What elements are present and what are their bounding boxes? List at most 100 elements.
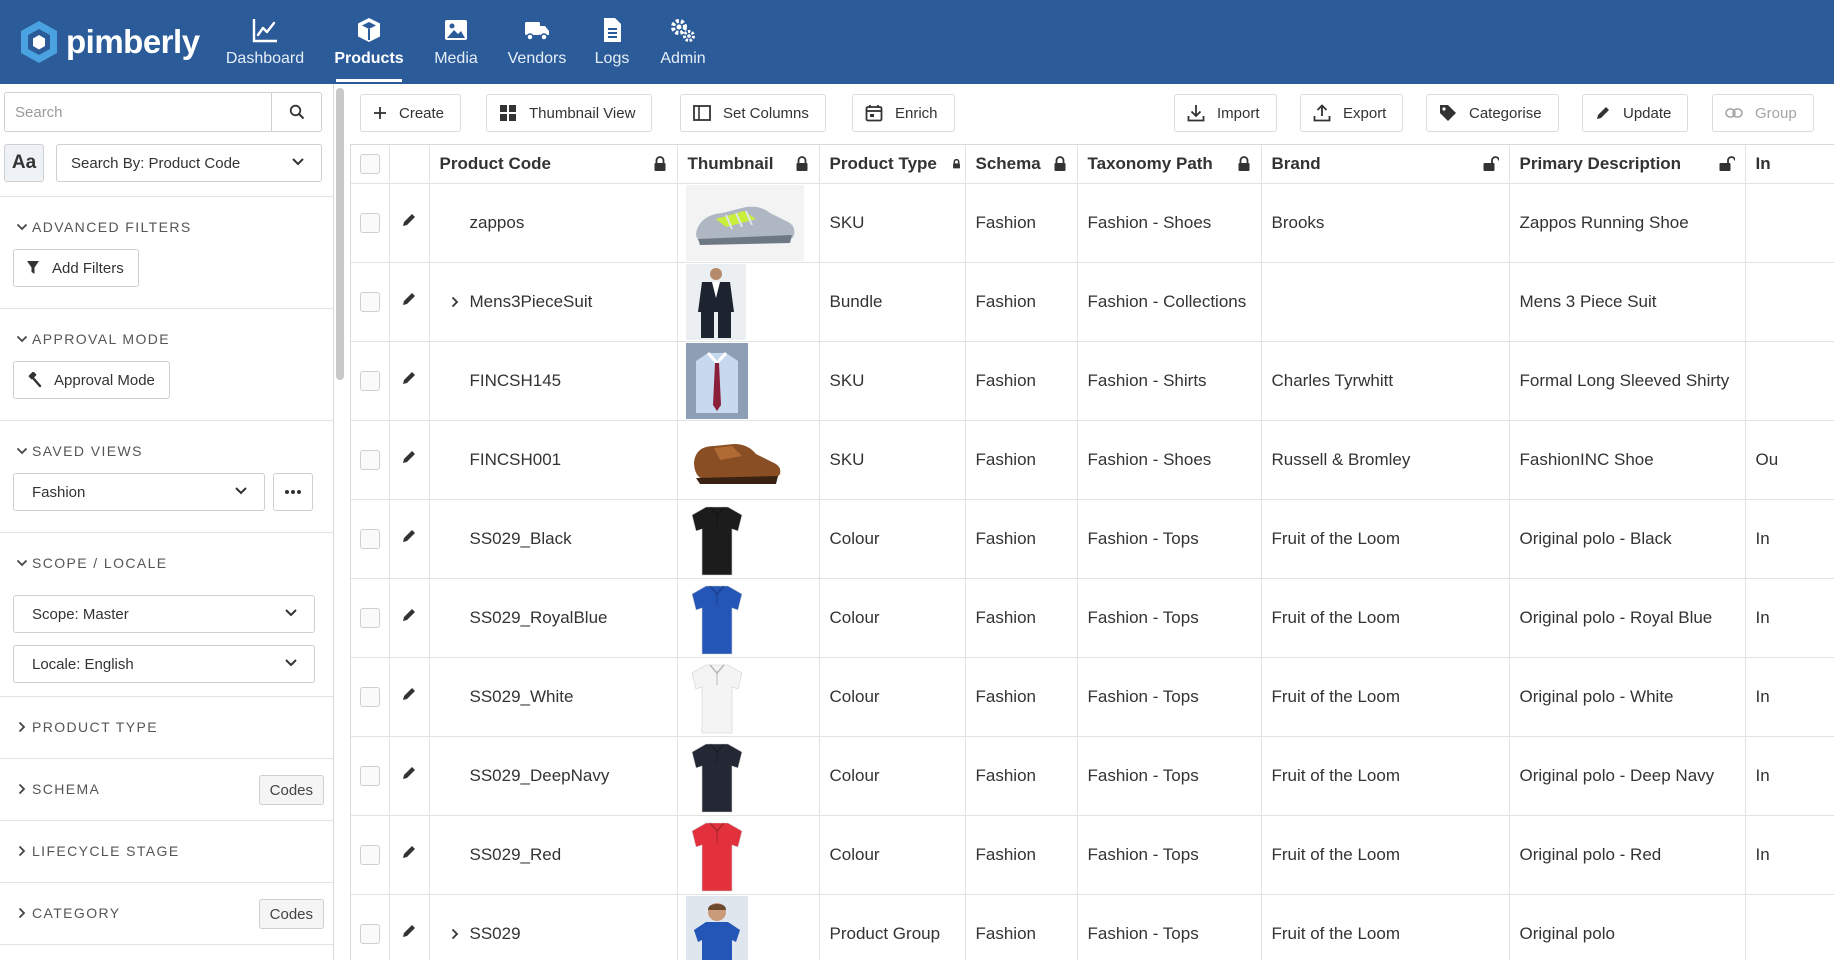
product-type-header[interactable]: PRODUCT TYPE: [16, 719, 158, 735]
lock-icon[interactable]: [1237, 156, 1251, 172]
table-row[interactable]: SS029_Black Colour Fashion Fashion - Tops Fr…: [351, 499, 1834, 579]
product-code-cell[interactable]: SS029_White: [429, 657, 678, 737]
edit-button[interactable]: [389, 341, 430, 421]
update-button[interactable]: Update: [1582, 94, 1689, 132]
schema-header[interactable]: SCHEMA: [16, 781, 100, 797]
row-checkbox[interactable]: [359, 607, 380, 628]
table-row[interactable]: SS029_White Colour Fashion Fashion - Tops Fr…: [351, 657, 1834, 737]
schema-section[interactable]: SCHEMA Codes: [0, 758, 333, 820]
search-button[interactable]: [271, 93, 321, 131]
nav-media[interactable]: Media: [430, 0, 482, 84]
scope-select[interactable]: Scope: Master: [13, 595, 315, 633]
lifecycle-stage-section[interactable]: LIFECYCLE STAGE: [0, 820, 333, 882]
edit-button[interactable]: [389, 894, 430, 960]
product-code-cell[interactable]: FINCSH001: [429, 420, 678, 500]
product-thumbnail[interactable]: [686, 659, 748, 735]
sidebar-scrollbar[interactable]: [336, 88, 344, 380]
expand-row-button[interactable]: [450, 928, 470, 940]
edit-button[interactable]: [389, 815, 430, 895]
select-all-checkbox[interactable]: [359, 153, 380, 174]
categorise-button[interactable]: Categorise: [1426, 94, 1559, 132]
product-code-cell[interactable]: SS029_RoyalBlue: [429, 578, 678, 658]
column-header-product-code[interactable]: Product Code: [429, 145, 678, 184]
row-checkbox[interactable]: [359, 449, 380, 470]
product-thumbnail[interactable]: [685, 421, 786, 498]
lock-icon[interactable]: [795, 156, 809, 172]
table-row[interactable]: SS029_RoyalBlue Colour Fashion Fashion - To…: [351, 578, 1834, 658]
row-checkbox[interactable]: [359, 528, 380, 549]
thumbnail-view-button[interactable]: Thumbnail View: [486, 94, 653, 132]
saved-views-header[interactable]: SAVED VIEWS: [16, 443, 143, 459]
table-row[interactable]: FINCSH145 SKU Fashion Fashion - Shirts Charl…: [351, 341, 1834, 421]
lock-icon[interactable]: [1053, 156, 1067, 172]
category-header[interactable]: CATEGORY: [16, 905, 120, 921]
product-thumbnail[interactable]: [686, 501, 748, 577]
row-checkbox[interactable]: [359, 370, 380, 391]
scope-locale-header[interactable]: SCOPE / LOCALE: [16, 555, 168, 571]
export-button[interactable]: Export: [1300, 94, 1404, 132]
pimberly-logo[interactable]: pimberly: [18, 18, 200, 66]
product-thumbnail[interactable]: [685, 895, 748, 960]
column-header-brand[interactable]: Brand: [1261, 145, 1510, 184]
table-row[interactable]: SS029_DeepNavy Colour Fashion Fashion - Top…: [351, 736, 1834, 816]
unlock-icon[interactable]: [1719, 156, 1735, 172]
row-checkbox[interactable]: [359, 686, 380, 707]
table-row[interactable]: zappos SKU Fashion Fashion - Shoes Brooks Zap…: [351, 183, 1834, 263]
add-filters-button[interactable]: Add Filters: [13, 249, 139, 287]
case-sensitive-toggle[interactable]: Aa: [4, 144, 44, 182]
search-by-select[interactable]: Search By: Product Code: [56, 144, 322, 182]
product-code-cell[interactable]: SS029: [429, 894, 678, 960]
nav-products[interactable]: Products: [334, 0, 404, 84]
table-row[interactable]: FINCSH001 SKU Fashion Fashion - Shoes Russel…: [351, 420, 1834, 500]
nav-vendors[interactable]: Vendors: [504, 0, 570, 84]
expand-row-button[interactable]: [450, 296, 470, 308]
column-header-primary-description[interactable]: Primary Description: [1509, 145, 1746, 184]
create-button[interactable]: Create: [360, 94, 462, 132]
group-button[interactable]: Group: [1712, 94, 1814, 132]
saved-view-select[interactable]: Fashion: [13, 473, 265, 511]
table-row[interactable]: Mens3PieceSuit Bundle Fashion Fashion - Col…: [351, 262, 1834, 342]
lifecycle-stage-header[interactable]: LIFECYCLE STAGE: [16, 843, 180, 859]
product-thumbnail[interactable]: [685, 342, 748, 419]
edit-button[interactable]: [389, 657, 430, 737]
row-checkbox[interactable]: [359, 291, 380, 312]
advanced-filters-header[interactable]: ADVANCED FILTERS: [16, 219, 192, 235]
approval-mode-header[interactable]: APPROVAL MODE: [16, 331, 170, 347]
category-section[interactable]: CATEGORY Codes: [0, 882, 333, 944]
import-button[interactable]: Import: [1174, 94, 1277, 132]
edit-button[interactable]: [389, 736, 430, 816]
nav-dashboard[interactable]: Dashboard: [224, 0, 306, 84]
unlock-icon[interactable]: [1483, 156, 1499, 172]
row-checkbox[interactable]: [359, 212, 380, 233]
product-thumbnail[interactable]: [686, 580, 748, 656]
product-code-cell[interactable]: SS029_Red: [429, 815, 678, 895]
edit-button[interactable]: [389, 499, 430, 579]
column-header-schema[interactable]: Schema: [965, 145, 1078, 184]
set-columns-button[interactable]: Set Columns: [680, 94, 826, 132]
product-code-cell[interactable]: SS029_DeepNavy: [429, 736, 678, 816]
product-code-cell[interactable]: zappos: [429, 183, 678, 263]
product-code-cell[interactable]: FINCSH145: [429, 341, 678, 421]
row-checkbox[interactable]: [359, 923, 380, 944]
category-codes-button[interactable]: Codes: [258, 899, 324, 929]
column-header-taxonomy-path[interactable]: Taxonomy Path: [1077, 145, 1262, 184]
search-input[interactable]: [5, 93, 271, 131]
edit-button[interactable]: [389, 183, 430, 263]
product-thumbnail[interactable]: [685, 263, 746, 340]
locale-select[interactable]: Locale: English: [13, 645, 315, 683]
column-header-thumbnail[interactable]: Thumbnail: [677, 145, 820, 184]
product-thumbnail[interactable]: [686, 817, 748, 893]
approval-mode-button[interactable]: Approval Mode: [13, 361, 170, 399]
saved-view-options-button[interactable]: [273, 473, 313, 511]
product-thumbnail[interactable]: [686, 738, 748, 814]
row-checkbox[interactable]: [359, 765, 380, 786]
column-header-product-type[interactable]: Product Type: [819, 145, 966, 184]
lock-icon[interactable]: [653, 156, 667, 172]
product-code-cell[interactable]: SS029_Black: [429, 499, 678, 579]
table-row[interactable]: SS029 Product Group Fashion Fashion - Tops F…: [351, 894, 1834, 960]
column-header-next[interactable]: In: [1745, 145, 1834, 184]
nav-admin[interactable]: Admin: [658, 0, 708, 84]
product-thumbnail[interactable]: [685, 184, 804, 261]
lock-icon[interactable]: [952, 159, 961, 169]
schema-codes-button[interactable]: Codes: [258, 775, 324, 805]
